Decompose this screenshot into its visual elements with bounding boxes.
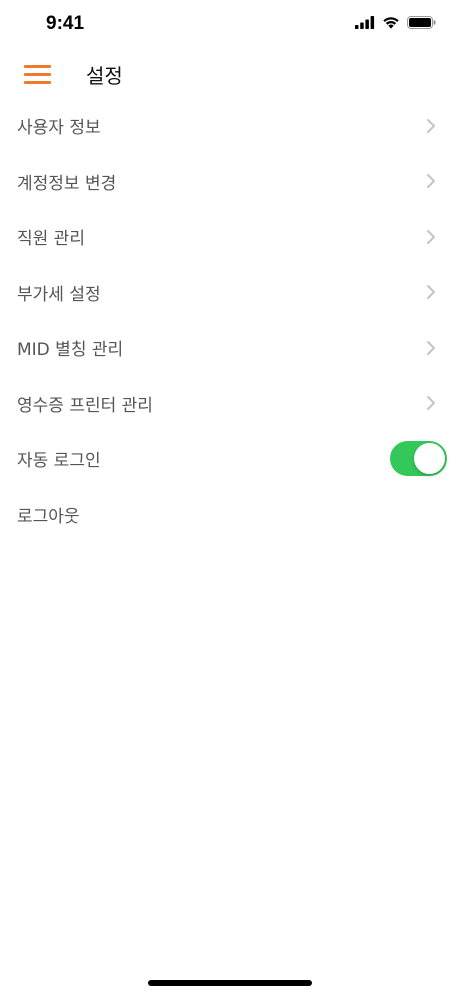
settings-item-label: 직원 관리 bbox=[17, 229, 85, 250]
chevron-right-icon bbox=[427, 340, 435, 355]
settings-item-user-info[interactable]: 사용자 정보 bbox=[0, 98, 460, 154]
chevron-right-icon bbox=[427, 229, 435, 244]
chevron-right-icon bbox=[427, 396, 435, 411]
settings-item-label: MID 별칭 관리 bbox=[17, 340, 124, 361]
toggle-knob bbox=[414, 443, 445, 475]
settings-item-staff-management[interactable]: 직원 관리 bbox=[0, 209, 460, 265]
battery-icon bbox=[407, 16, 436, 29]
settings-item-auto-login: 자동 로그인 bbox=[0, 431, 460, 487]
settings-item-label: 부가세 설정 bbox=[17, 284, 101, 305]
wifi-icon bbox=[383, 17, 399, 29]
chevron-right-icon bbox=[427, 118, 435, 133]
settings-item-label: 로그아웃 bbox=[17, 506, 80, 527]
status-icons bbox=[355, 16, 436, 29]
settings-item-label: 영수증 프린터 관리 bbox=[17, 395, 153, 416]
settings-item-mid-alias[interactable]: MID 별칭 관리 bbox=[0, 320, 460, 376]
settings-item-receipt-printer[interactable]: 영수증 프린터 관리 bbox=[0, 376, 460, 432]
settings-item-label: 자동 로그인 bbox=[17, 451, 101, 472]
settings-item-logout[interactable]: 로그아웃 bbox=[0, 487, 460, 543]
settings-item-label: 계정정보 변경 bbox=[17, 173, 117, 194]
status-time: 9:41 bbox=[46, 13, 85, 34]
settings-item-label: 사용자 정보 bbox=[17, 118, 101, 139]
home-indicator[interactable] bbox=[148, 980, 312, 986]
settings-item-account-change[interactable]: 계정정보 변경 bbox=[0, 154, 460, 210]
chevron-right-icon bbox=[427, 174, 435, 189]
cellular-signal-icon bbox=[355, 16, 375, 29]
status-bar: 9:41 bbox=[0, 0, 460, 52]
page-title: 설정 bbox=[86, 64, 123, 88]
settings-item-vat-settings[interactable]: 부가세 설정 bbox=[0, 265, 460, 321]
hamburger-menu-icon[interactable] bbox=[24, 63, 52, 87]
chevron-right-icon bbox=[427, 285, 435, 300]
header: 설정 bbox=[0, 52, 460, 96]
auto-login-toggle[interactable] bbox=[390, 441, 447, 477]
settings-list: 사용자 정보 계정정보 변경 직원 관리 부가세 설정 MID 별칭 관리 영수… bbox=[0, 98, 460, 542]
